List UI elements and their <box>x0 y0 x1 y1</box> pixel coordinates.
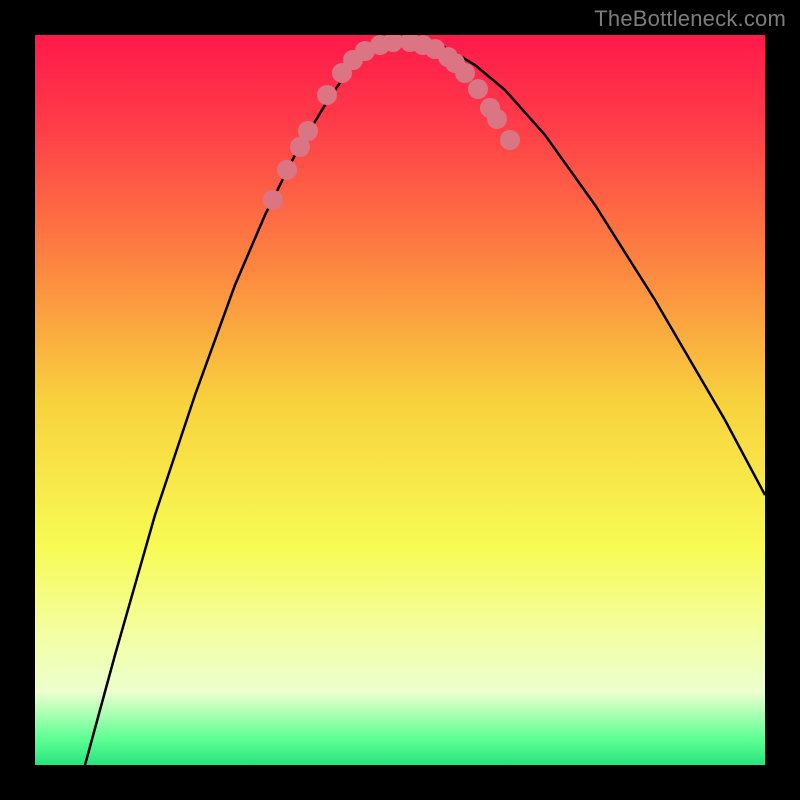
plot-area <box>35 35 765 765</box>
marker-dot <box>263 190 283 210</box>
marker-dot <box>455 63 475 83</box>
marker-dot <box>317 85 337 105</box>
chart-frame: TheBottleneck.com <box>0 0 800 800</box>
gradient-background <box>35 35 765 765</box>
marker-dot <box>277 160 297 180</box>
marker-dot <box>487 109 507 129</box>
plot-svg <box>35 35 765 765</box>
marker-dot <box>468 79 488 99</box>
marker-dot <box>500 130 520 150</box>
watermark-text: TheBottleneck.com <box>594 6 786 32</box>
marker-dot <box>298 121 318 141</box>
